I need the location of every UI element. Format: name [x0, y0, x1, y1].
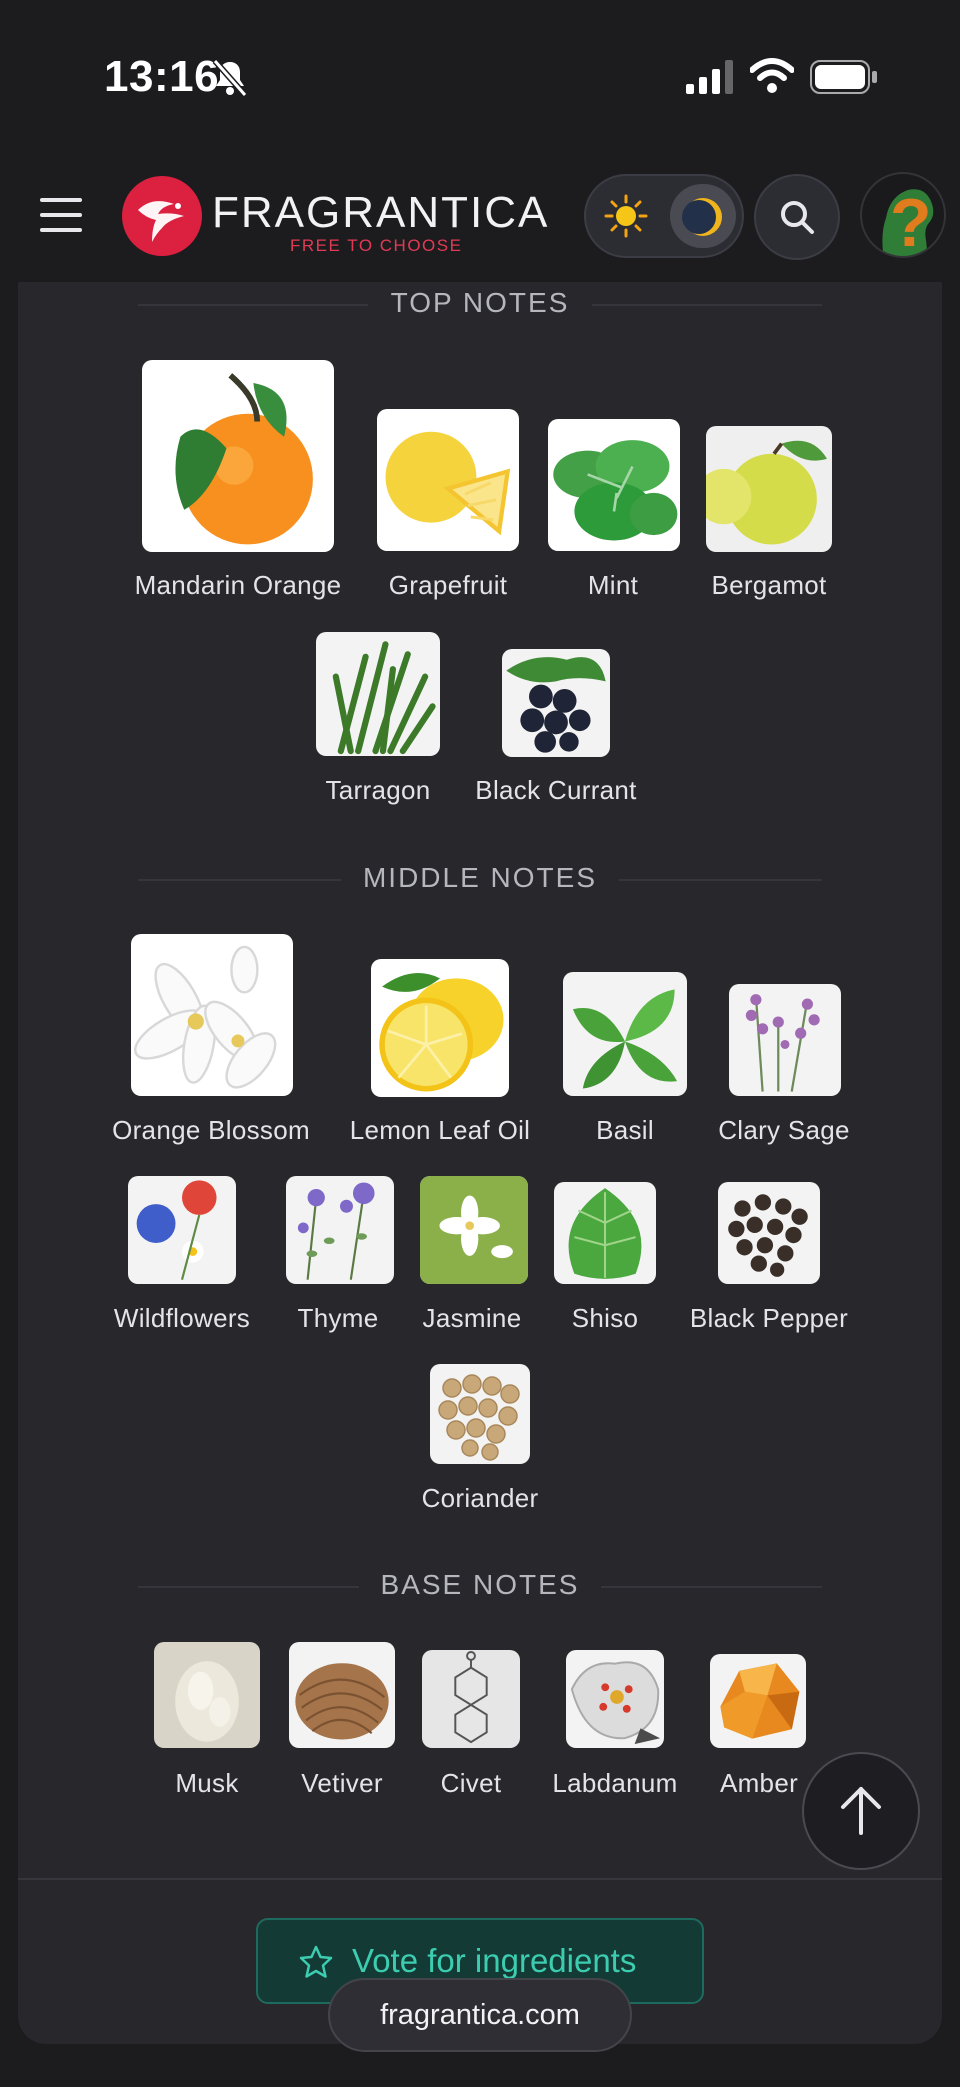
bell-slash-icon — [212, 59, 248, 97]
amber-image — [710, 1654, 806, 1748]
logo-hummingbird-icon[interactable] — [122, 176, 202, 256]
civet-image — [422, 1650, 520, 1748]
logo-text: FRAGRANTICA — [212, 188, 550, 237]
theme-toggle-knob — [670, 184, 736, 248]
orange-blossom-image — [131, 934, 293, 1096]
jasmine-image — [420, 1176, 528, 1284]
lemon-leaf-oil-image — [371, 959, 509, 1097]
shiso-image — [554, 1182, 656, 1284]
menu-icon[interactable] — [40, 198, 82, 232]
mandarin-orange-image — [142, 360, 334, 552]
star-icon — [299, 1945, 333, 1978]
browser-url-pill[interactable]: fragrantica.com — [328, 1978, 632, 2052]
wifi-icon — [750, 58, 794, 93]
base-notes-title: BASE NOTES — [18, 1569, 942, 1601]
black-currant-image — [502, 649, 610, 757]
tarragon-image — [316, 632, 440, 756]
middle-notes-title: MIDDLE NOTES — [18, 862, 942, 894]
card-divider — [18, 1878, 942, 1880]
top-notes-title: TOP NOTES — [18, 287, 942, 319]
svg-text:?: ? — [890, 185, 932, 258]
vote-button-label: Vote for ingredients — [352, 1942, 637, 1979]
musk-image — [154, 1642, 260, 1748]
moon-icon — [682, 198, 722, 236]
cellular-signal-icon — [686, 60, 733, 94]
grapefruit-image — [377, 409, 519, 551]
vetiver-image — [289, 1642, 395, 1748]
scroll-to-top-button[interactable] — [802, 1752, 920, 1870]
clary-sage-image — [729, 984, 841, 1096]
notes-pyramid: TOP NOTES Mandarin Orange Grapefruit Min… — [18, 282, 942, 2044]
user-avatar[interactable]: ? — [860, 172, 946, 258]
search-button[interactable] — [754, 174, 840, 260]
status-bar: 13:16 — [0, 0, 960, 150]
status-time: 13:16 — [104, 52, 220, 101]
app-header: FRAGRANTICA FREE TO CHOOSE ? — [0, 160, 960, 280]
basil-image — [563, 972, 687, 1096]
arrow-up-icon — [841, 1787, 881, 1835]
mint-image — [548, 419, 680, 551]
black-pepper-image — [718, 1182, 820, 1284]
logo-tagline: FREE TO CHOOSE — [290, 236, 463, 255]
sun-icon — [604, 194, 648, 238]
bergamot-image — [706, 426, 832, 552]
coriander-image — [430, 1364, 530, 1464]
battery-icon — [810, 60, 877, 94]
thyme-image — [286, 1176, 394, 1284]
wildflowers-image — [128, 1176, 236, 1284]
theme-toggle[interactable] — [584, 174, 744, 258]
search-icon — [781, 201, 814, 234]
labdanum-image — [566, 1650, 664, 1748]
